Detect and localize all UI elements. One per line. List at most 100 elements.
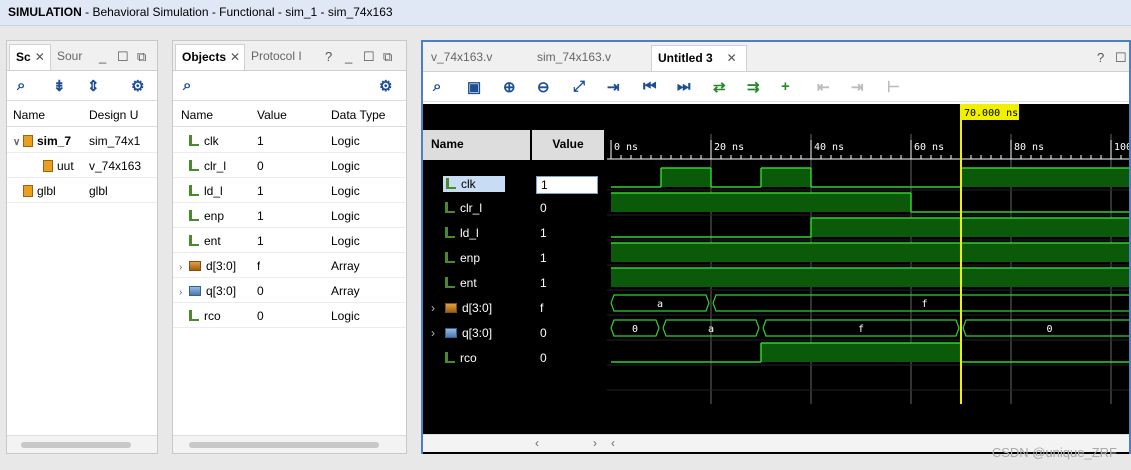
add-marker-icon[interactable]: + bbox=[781, 78, 790, 95]
col-name[interactable]: Name bbox=[13, 108, 45, 122]
maximize-icon[interactable]: ☐ bbox=[1115, 50, 1127, 66]
zoom-out-icon[interactable]: ⊖ bbox=[537, 78, 550, 96]
collapse-all-icon[interactable]: ⇟ bbox=[53, 77, 66, 95]
tab-v-74x163[interactable]: v_74x163.v bbox=[425, 45, 529, 71]
expand-chevron-icon[interactable]: › bbox=[179, 287, 189, 298]
close-icon[interactable]: ✕ bbox=[230, 50, 240, 64]
tab-untitled-3[interactable]: Untitled 3 ✕ bbox=[651, 45, 747, 71]
scroll-right-icon[interactable]: › bbox=[593, 436, 597, 450]
scroll-left-icon[interactable]: ‹ bbox=[535, 436, 539, 450]
next-transition-icon[interactable]: ⇉ bbox=[747, 78, 760, 96]
objects-header: Name Value Data Type bbox=[173, 103, 406, 127]
object-value: 1 bbox=[257, 234, 264, 248]
object-type: Logic bbox=[331, 234, 360, 248]
module-icon bbox=[23, 185, 33, 197]
object-row[interactable]: ld_l 1 Logic bbox=[173, 178, 406, 203]
bus-value-label: 0 bbox=[1046, 324, 1052, 335]
object-type: Logic bbox=[331, 209, 360, 223]
object-name: clr_l bbox=[204, 159, 227, 173]
minimize-icon[interactable]: _ bbox=[99, 49, 106, 64]
col-data-type[interactable]: Data Type bbox=[331, 108, 391, 122]
wave-signal-name[interactable]: ld_l bbox=[445, 226, 479, 240]
expand-chevron-icon[interactable]: ∨ bbox=[13, 137, 23, 148]
time-label: 60 ns bbox=[914, 142, 944, 153]
float-icon[interactable]: ⧉ bbox=[137, 49, 146, 65]
logic-signal-icon bbox=[445, 227, 455, 238]
scope-row[interactable]: ∨ sim_7 sim_74x1 bbox=[7, 128, 157, 153]
col-value[interactable]: Value bbox=[257, 108, 287, 122]
search-icon[interactable]: ⌕ bbox=[17, 77, 25, 94]
marker-span-icon[interactable]: ⊢ bbox=[887, 78, 900, 96]
expand-chevron-icon[interactable]: › bbox=[431, 326, 435, 340]
maximize-icon[interactable]: ☐ bbox=[117, 49, 129, 65]
gear-icon[interactable]: ⚙ bbox=[131, 77, 144, 95]
wave-value-header[interactable]: Value bbox=[532, 130, 604, 160]
wave-signal-name[interactable]: › q[3:0] bbox=[431, 326, 492, 340]
object-row[interactable]: enp 1 Logic bbox=[173, 203, 406, 228]
go-cursor-icon[interactable]: ⇥ bbox=[607, 78, 620, 96]
wave-signal-name[interactable]: › d[3:0] bbox=[431, 301, 492, 315]
wave-signal-name[interactable]: enp bbox=[445, 251, 480, 265]
object-row[interactable]: rco 0 Logic bbox=[173, 303, 406, 328]
scope-panel: Sc ✕ Sour _ ☐ ⧉ ⌕ ⇟ ⇕ ⚙ Name Design U ∨ si… bbox=[6, 40, 158, 454]
scope-row[interactable]: uut v_74x163 bbox=[7, 153, 157, 178]
help-icon[interactable]: ? bbox=[1097, 50, 1104, 65]
zoom-fit-icon[interactable]: ⤢ bbox=[573, 78, 585, 95]
wave-high-fill bbox=[611, 243, 1129, 262]
expand-chevron-icon[interactable]: › bbox=[431, 301, 435, 315]
float-icon[interactable]: ⧉ bbox=[383, 49, 392, 65]
close-icon[interactable]: ✕ bbox=[727, 51, 737, 65]
go-start-icon[interactable]: ⏮ bbox=[643, 78, 657, 95]
object-type: Logic bbox=[331, 309, 360, 323]
wave-high-fill bbox=[661, 168, 711, 187]
prev-marker-icon[interactable]: ⇤ bbox=[817, 78, 830, 96]
object-row[interactable]: ent 1 Logic bbox=[173, 228, 406, 253]
objects-panel: Objects ✕ Protocol I ? _ ☐ ⧉ ⌕ ⚙ Name Val… bbox=[172, 40, 407, 454]
tab-protocol[interactable]: Protocol I bbox=[245, 44, 313, 70]
scroll-left-icon[interactable]: ‹ bbox=[611, 436, 615, 450]
tab-sim-74x163[interactable]: sim_74x163.v bbox=[531, 45, 649, 71]
next-marker-icon[interactable]: ⇥ bbox=[851, 78, 864, 96]
object-name: d[3:0] bbox=[206, 259, 237, 273]
object-row[interactable]: › d[3:0] f Array bbox=[173, 253, 406, 278]
help-icon[interactable]: ? bbox=[325, 49, 332, 64]
tab-scope[interactable]: Sc ✕ bbox=[9, 44, 51, 70]
object-value: 1 bbox=[257, 209, 264, 223]
wave-signal-value: f bbox=[540, 301, 544, 315]
object-row[interactable]: clk 1 Logic bbox=[173, 128, 406, 153]
expand-all-icon[interactable]: ⇕ bbox=[87, 77, 100, 95]
save-icon[interactable]: ▣ bbox=[467, 78, 481, 96]
wave-signal-name[interactable]: rco bbox=[445, 351, 477, 365]
swap-cursors-icon[interactable]: ⇄ bbox=[713, 78, 726, 96]
object-value: f bbox=[257, 259, 261, 273]
wave-signal-name[interactable]: clk bbox=[443, 176, 505, 192]
col-name[interactable]: Name bbox=[181, 108, 213, 122]
zoom-in-icon[interactable]: ⊕ bbox=[503, 78, 516, 96]
object-name: enp bbox=[204, 209, 225, 223]
maximize-icon[interactable]: ☐ bbox=[363, 49, 375, 65]
object-value: 0 bbox=[257, 284, 264, 298]
close-icon[interactable]: ✕ bbox=[35, 50, 45, 64]
logic-signal-icon bbox=[189, 185, 199, 196]
logic-signal-icon bbox=[446, 178, 456, 189]
objects-hscrollbar[interactable] bbox=[173, 435, 406, 453]
search-icon[interactable]: ⌕ bbox=[183, 77, 191, 94]
col-design-unit[interactable]: Design U bbox=[89, 108, 145, 122]
array-icon bbox=[445, 303, 457, 313]
object-row[interactable]: clr_l 0 Logic bbox=[173, 153, 406, 178]
scope-hscrollbar[interactable] bbox=[7, 435, 157, 453]
tab-objects[interactable]: Objects ✕ bbox=[175, 44, 245, 70]
tab-sources[interactable]: Sour bbox=[51, 44, 91, 70]
wave-signal-name[interactable]: clr_l bbox=[445, 201, 482, 215]
logic-signal-icon bbox=[189, 135, 199, 146]
search-icon[interactable]: ⌕ bbox=[433, 78, 441, 95]
expand-chevron-icon[interactable]: › bbox=[179, 262, 189, 273]
wave-name-header[interactable]: Name bbox=[423, 130, 530, 160]
object-row[interactable]: › q[3:0] 0 Array bbox=[173, 278, 406, 303]
minimize-icon[interactable]: _ bbox=[345, 49, 352, 64]
gear-icon[interactable]: ⚙ bbox=[379, 77, 392, 95]
scope-row[interactable]: glbl glbl bbox=[7, 178, 157, 203]
waveform-plot[interactable]: 0 ns 20 ns 40 ns 60 ns 80 ns 100 a f 0 a f 0 70.000 … bbox=[607, 104, 1129, 454]
go-end-icon[interactable]: ⏭ bbox=[677, 78, 691, 95]
wave-signal-name[interactable]: ent bbox=[445, 276, 477, 290]
